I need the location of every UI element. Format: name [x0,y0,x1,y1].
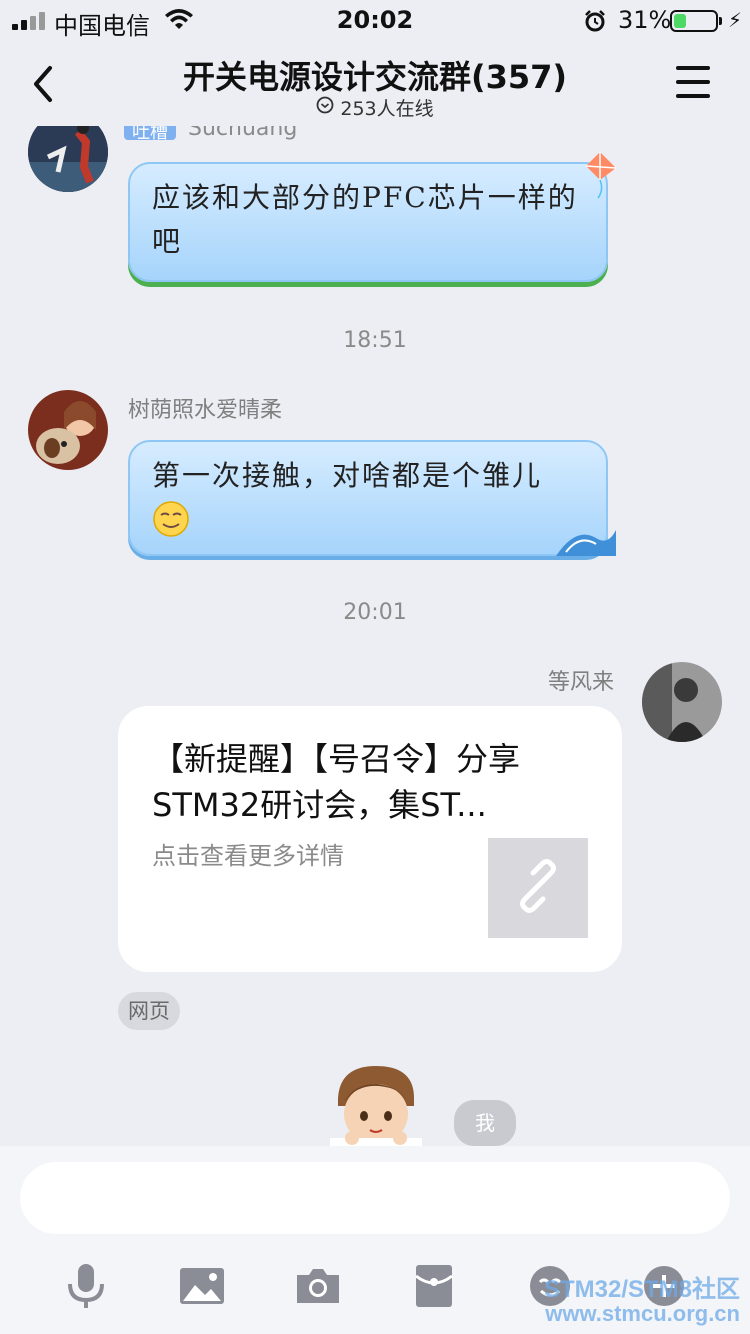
avatar[interactable] [642,662,722,742]
link-icon [511,859,565,917]
card-thumbnail [488,838,588,938]
source-tag: 网页 [118,992,180,1030]
avatar[interactable] [28,390,108,470]
alarm-icon [584,10,606,36]
page-title: 开关电源设计交流群(357) [182,58,568,96]
timestamp: 20:01 [343,600,407,625]
image-icon[interactable] [172,1256,232,1316]
sender-name: Suchuang [188,126,298,141]
kite-icon [580,150,620,204]
sticker-avatar [330,1062,422,1146]
input-bar: STM32/STM8社区 www.stmcu.org.cn [0,1146,750,1334]
watermark-line1: STM32/STM8社区 [543,1276,740,1303]
nav-bar: 开关电源设计交流群(357) 253人在线 [0,40,750,126]
online-count[interactable]: 253人在线 [0,94,750,121]
microphone-icon[interactable] [56,1256,116,1316]
battery-fill [674,14,687,28]
message-bubble[interactable]: 第一次接触，对啥都是个雏儿 [128,440,616,556]
me-tag: 我 [454,1100,516,1146]
menu-icon[interactable] [676,66,710,98]
camera-icon[interactable] [288,1256,348,1316]
message-bubble[interactable]: 应该和大部分的PFC芯片一样的吧 [128,152,617,282]
smile-emoji [152,500,190,542]
charging-icon: ⚡ [728,8,743,32]
battery-icon [670,10,722,32]
message-text: 第一次接触，对啥都是个雏儿 [152,459,543,492]
red-packet-icon[interactable] [404,1256,464,1316]
online-icon [316,96,334,119]
member-badge: 吐槽 [124,126,176,143]
sender-name: 树荫照水爱晴柔 [128,398,283,423]
battery-percent: 31% [618,6,672,34]
wave-icon [556,516,616,560]
chat-area[interactable]: 吐槽 Suchuang 应该和大部分的PFC芯片一样的吧 18:51 树荫照水爱… [0,126,750,1146]
message-input[interactable] [20,1162,730,1234]
sender-name: 等风来 [548,670,615,695]
avatar[interactable] [28,126,108,192]
status-bar: 中国电信 20:02 31% ⚡ [0,0,750,40]
watermark: STM32/STM8社区 www.stmcu.org.cn [544,1278,740,1326]
link-card[interactable]: 【新提醒】【号召令】分享STM32研讨会，集ST... 点击查看更多详情 [118,706,622,972]
online-label: 253人在线 [340,98,434,120]
watermark-line2: www.stmcu.org.cn [545,1301,740,1326]
message-text: 应该和大部分的PFC芯片一样的吧 [152,181,578,258]
card-title: 【新提醒】【号召令】分享STM32研讨会，集ST... [152,740,521,824]
card-description: 点击查看更多详情 [152,842,344,870]
timestamp: 18:51 [343,328,407,353]
